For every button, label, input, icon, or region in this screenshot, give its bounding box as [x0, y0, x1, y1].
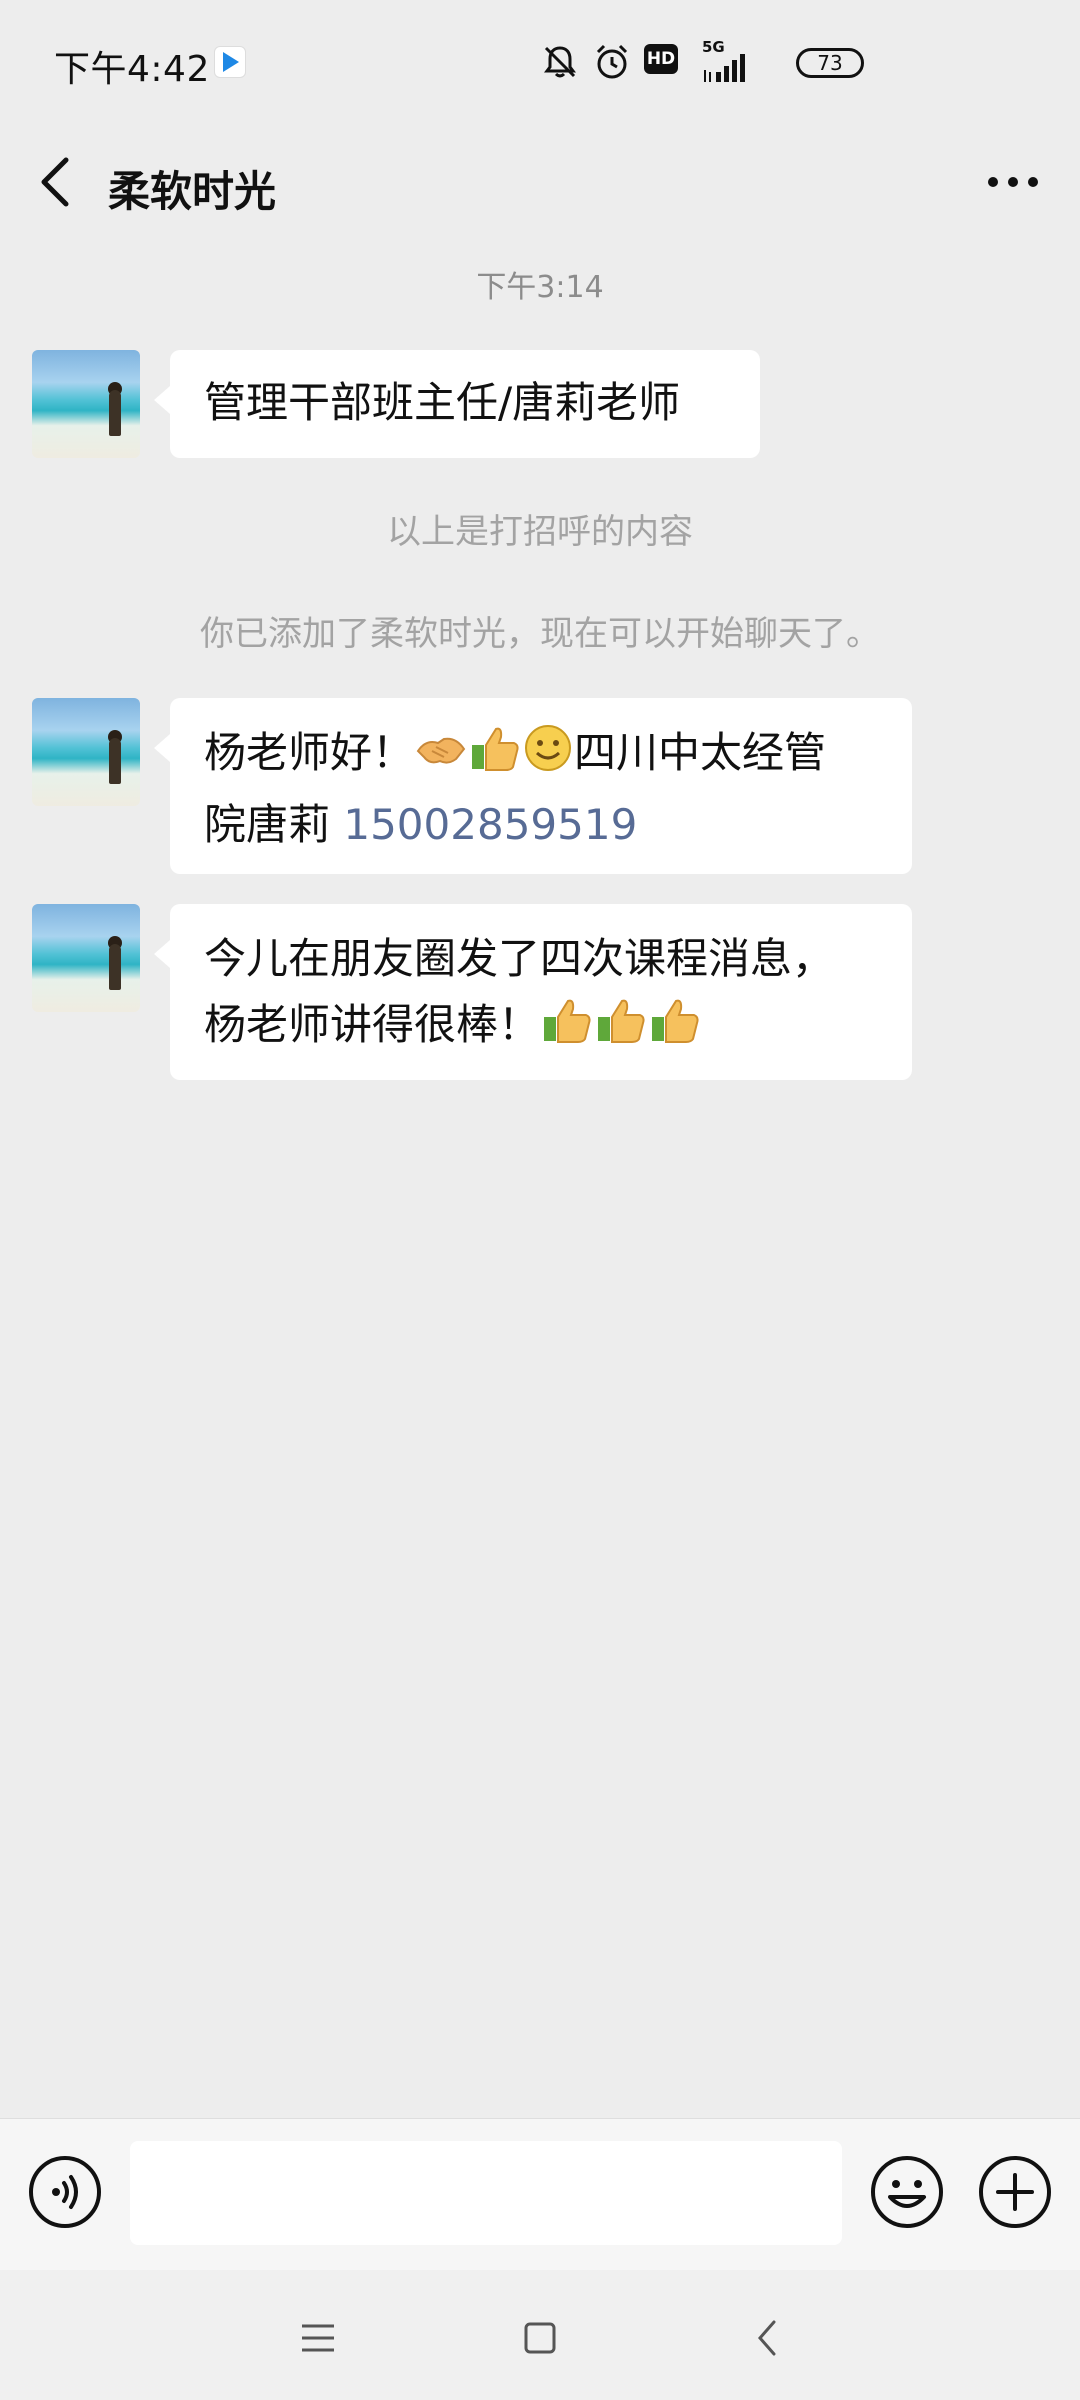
status-icons: HD 5G 73 [540, 36, 1080, 84]
message-text: 杨老师讲得很棒！ [204, 1000, 541, 1049]
handshake-emoji [414, 726, 468, 792]
message-text: 今儿在朋友圈发了四次课程消息， [204, 934, 835, 983]
input-bar [0, 2118, 1080, 2270]
message-text: 杨老师好！ [204, 728, 415, 777]
menu-nav-icon [302, 2324, 334, 2352]
system-navigation-bar [0, 2270, 1080, 2400]
message-text: 院唐莉 [204, 800, 344, 849]
message-bubble[interactable]: 今儿在朋友圈发了四次课程消息， 杨老师讲得很棒！ [154, 904, 912, 1080]
back-nav-button[interactable] [738, 2308, 798, 2368]
voice-input-button[interactable] [26, 2153, 104, 2231]
message-list[interactable]: 下午3:14 管理干部班主任/唐莉老师 以上是打招呼的内容 你已添加了柔软时光，… [0, 250, 1080, 2110]
chat-header: 柔软时光 [0, 120, 1080, 250]
voice-icon [29, 2156, 101, 2228]
message-bubble[interactable]: 管理干部班主任/唐莉老师 [154, 350, 760, 458]
phone-number-link[interactable]: 15002859519 [343, 800, 637, 849]
recents-button[interactable] [288, 2308, 348, 2368]
smile-emoji [522, 723, 574, 792]
thumbs-up-emoji [540, 995, 594, 1064]
contact-avatar[interactable] [32, 904, 140, 1012]
emoji-button[interactable] [868, 2153, 946, 2231]
back-arrow-icon [41, 157, 69, 207]
hd-icon: HD [644, 44, 678, 74]
chat-title: 柔软时光 [108, 167, 277, 216]
status-time: 下午4:42 [54, 49, 210, 90]
message-text: 管理干部班主任/唐莉老师 [204, 378, 681, 427]
thumbs-up-emoji [648, 995, 702, 1064]
system-message: 你已添加了柔软时光，现在可以开始聊天了。 [200, 614, 880, 654]
message-timestamp: 下午3:14 [476, 270, 604, 305]
system-message: 以上是打招呼的内容 [387, 512, 693, 552]
home-nav-icon [524, 2322, 556, 2354]
back-nav-icon [758, 2320, 776, 2356]
alarm-icon [596, 44, 628, 79]
app-notification-icon [214, 46, 246, 78]
home-button[interactable] [510, 2308, 570, 2368]
contact-avatar[interactable] [32, 698, 140, 806]
plus-icon [979, 2156, 1051, 2228]
contact-avatar[interactable] [32, 350, 140, 458]
thumbs-up-emoji [594, 995, 648, 1064]
emoji-icon [871, 2156, 943, 2228]
mute-bell-icon [544, 46, 576, 78]
thumbs-up-emoji [468, 723, 522, 792]
wechat-chat-screen: 下午4:42 HD 5G 73 柔软时光 下午3:14 管理干部班主任/唐莉老师… [0, 0, 1080, 2400]
more-options-button[interactable] [980, 142, 1050, 222]
message-bubble[interactable]: 杨老师好！ 四川中太经管院唐莉 15002859519 [154, 698, 912, 874]
back-button[interactable] [30, 140, 90, 220]
battery-indicator: 73 [796, 48, 864, 78]
more-functions-button[interactable] [976, 2153, 1054, 2231]
more-dots-icon [988, 177, 1038, 187]
message-input[interactable] [130, 2141, 842, 2245]
message-text: 四川中太经管 [574, 728, 827, 777]
status-bar: 下午4:42 HD 5G 73 [0, 0, 1080, 120]
signal-icon [704, 54, 745, 82]
